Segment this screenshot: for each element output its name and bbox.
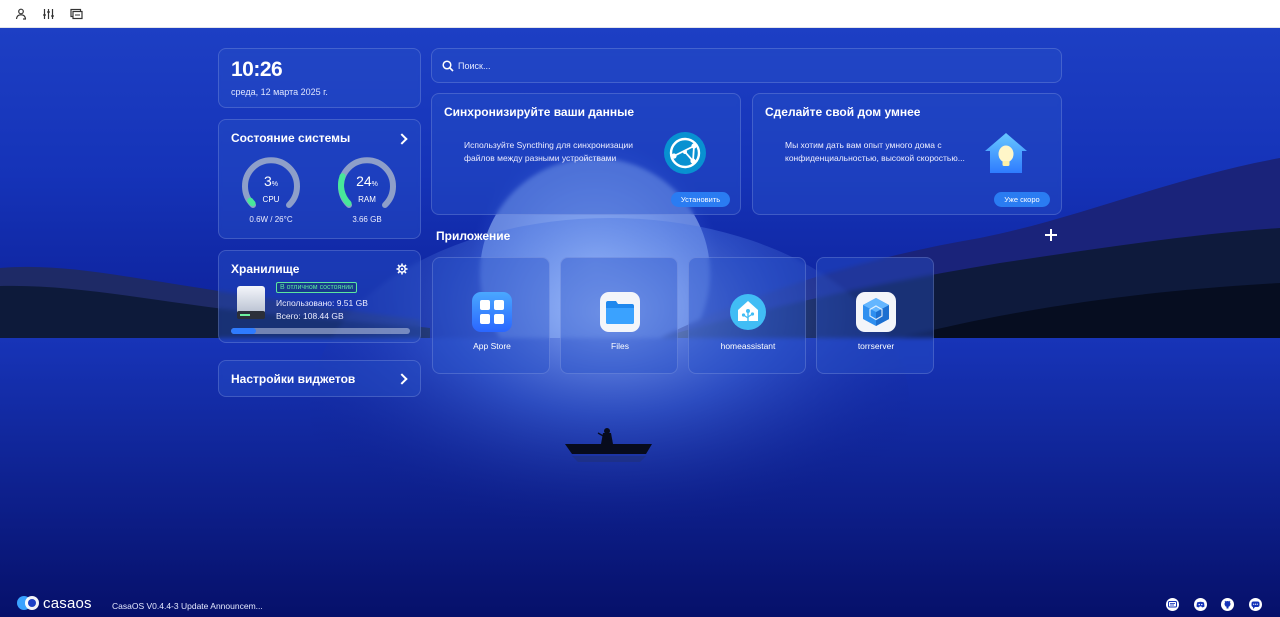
install-syncthing-button[interactable]: Установить [671, 192, 730, 207]
promo-smart-home-description: Мы хотим дать вам опыт умного дома с кон… [785, 140, 965, 163]
syncthing-icon [663, 131, 707, 175]
github-icon[interactable] [1221, 598, 1234, 611]
storage-health-badge: В отличном состоянии [276, 282, 358, 293]
storage-progress-bar [231, 328, 410, 334]
search-bar [431, 48, 1062, 83]
chevron-right-icon[interactable] [396, 133, 408, 145]
app-store-icon [472, 292, 512, 332]
discord-icon[interactable] [1194, 598, 1207, 611]
app-name: App Store [473, 341, 511, 351]
apps-section-title: Приложение [436, 229, 511, 243]
app-tile-app-store[interactable]: App Store [432, 257, 550, 374]
app-name: Files [611, 341, 629, 351]
ram-value: 24% [356, 173, 378, 189]
system-status-title: Состояние системы [231, 131, 351, 145]
cpu-value: 3% [263, 173, 279, 189]
user-icon[interactable] [13, 6, 29, 22]
promo-syncthing-description: Используйте Syncthing для синхронизации … [464, 140, 633, 163]
ram-gauge: 24% RAM [337, 155, 397, 215]
smart-home-icon [982, 130, 1030, 176]
app-tile-torrserver[interactable]: torrserver [816, 257, 934, 374]
casaos-logo: casaos [16, 594, 92, 612]
app-tile-files[interactable]: Files [560, 257, 678, 374]
widget-settings-button[interactable]: Настройки виджетов [218, 360, 421, 397]
hard-drive-icon [235, 285, 267, 321]
storage-total: Всего: 108.44 GB [276, 311, 344, 321]
promo-smart-home-title: Сделайте свой дом умнее [765, 105, 921, 119]
ram-label: RAM [358, 195, 376, 204]
top-bar [0, 0, 1280, 28]
storage-widget: Хранилище В отличном состоянии Использов… [218, 250, 421, 343]
promo-syncthing-title: Синхронизируйте ваши данные [444, 105, 635, 119]
cpu-label: CPU [262, 195, 280, 204]
promo-smart-home-card: Сделайте свой дом умнее Мы хотим дать ва… [752, 93, 1062, 215]
search-icon [442, 60, 454, 72]
clock-date: среда, 12 марта 2025 г. [231, 87, 328, 97]
casaos-logo-text: casaos [43, 594, 92, 612]
cpu-power-temp: 0.6W / 26°C [249, 215, 293, 224]
system-status-widget: Состояние системы 3% CPU 0.6W / 26°C 24%… [218, 119, 421, 239]
update-announcement-link[interactable]: CasaOS V0.4.4-3 Update Announcem... [112, 601, 263, 611]
app-name: homeassistant [720, 341, 776, 351]
clock-widget: 10:26 среда, 12 марта 2025 г. [218, 48, 421, 108]
add-app-icon[interactable] [1045, 229, 1057, 241]
forum-icon[interactable] [1166, 598, 1179, 611]
torrserver-icon [856, 292, 896, 332]
home-assistant-icon [728, 292, 768, 332]
folder-icon [600, 292, 640, 332]
gear-icon[interactable] [396, 262, 408, 275]
widget-settings-label: Настройки виджетов [231, 372, 356, 386]
coming-soon-button[interactable]: Уже скоро [994, 192, 1050, 207]
chevron-right-icon [396, 373, 408, 385]
sliders-icon[interactable] [40, 6, 56, 22]
app-name: torrserver [857, 341, 895, 351]
monitor-icon[interactable] [68, 6, 84, 22]
chat-icon[interactable] [1249, 598, 1262, 611]
clock-time: 10:26 [231, 58, 283, 81]
storage-used: Использовано: 9.51 GB [276, 298, 368, 308]
promo-syncthing-card: Синхронизируйте ваши данные Используйте … [431, 93, 741, 215]
cpu-gauge: 3% CPU [241, 155, 301, 215]
search-input[interactable] [458, 58, 1048, 74]
storage-progress-fill [231, 328, 257, 334]
casaos-logo-mark [17, 596, 39, 610]
ram-usage: 3.66 GB [352, 215, 382, 224]
storage-title: Хранилище [231, 262, 300, 276]
app-tile-homeassistant[interactable]: homeassistant [688, 257, 806, 374]
